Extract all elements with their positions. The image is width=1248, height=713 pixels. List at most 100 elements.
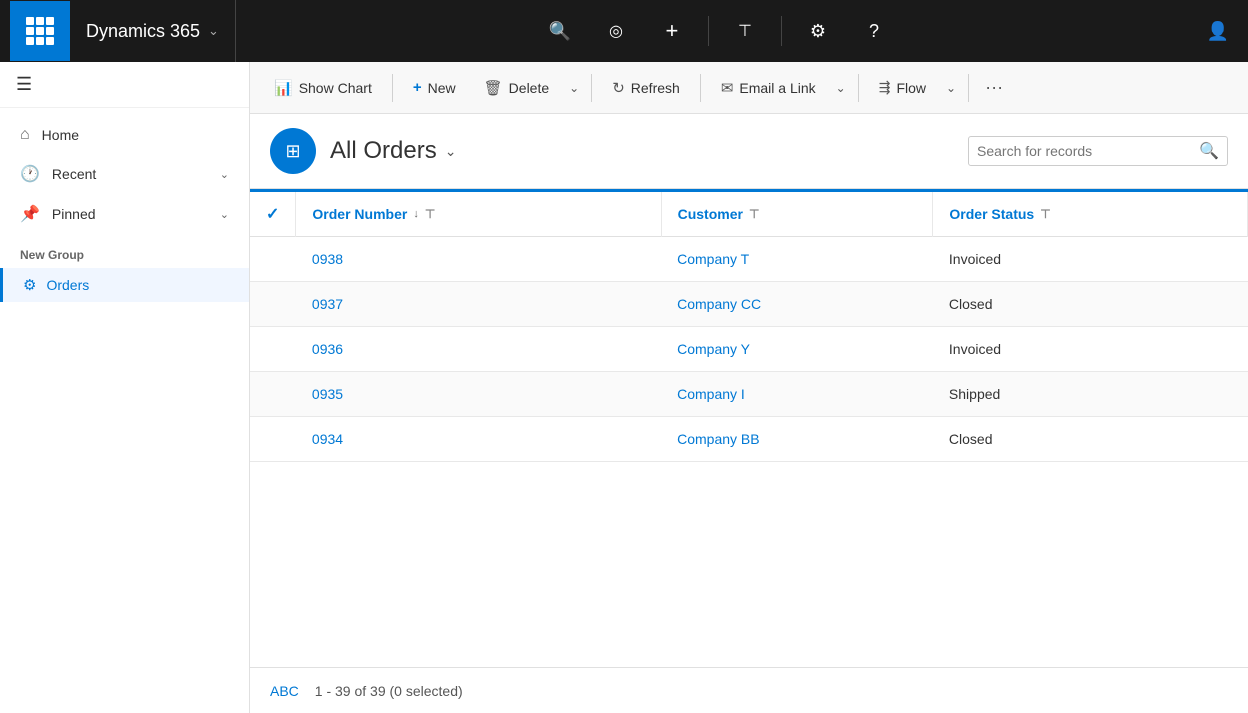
flow-icon: ⇶ — [879, 79, 891, 96]
search-box[interactable]: 🔍 — [968, 136, 1228, 166]
sidebar-item-recent[interactable]: 🕐 Recent ⌄ — [0, 154, 249, 194]
toolbar-divider-1 — [392, 74, 393, 102]
page-header: ⊞ All Orders ⌄ 🔍 — [250, 114, 1248, 189]
search-icon[interactable]: 🔍 — [1199, 141, 1219, 161]
app-title: Dynamics 365 — [86, 21, 200, 42]
sidebar-home-label: Home — [42, 127, 79, 143]
delete-button[interactable]: 🗑 Delete — [472, 73, 562, 103]
hamburger-button[interactable]: ☰ — [16, 74, 32, 95]
row-select[interactable] — [250, 327, 296, 372]
toolbar-divider-3 — [700, 74, 701, 102]
order-filter-icon[interactable]: ⊤ — [425, 207, 435, 221]
app-grid-button[interactable] — [10, 1, 70, 61]
new-label: New — [428, 80, 456, 96]
customer-filter-icon[interactable]: ⊤ — [749, 207, 759, 221]
refresh-button[interactable]: ↻ Refresh — [600, 73, 692, 103]
page-title-text: All Orders — [330, 137, 437, 165]
customer-cell[interactable]: Company Y — [661, 327, 933, 372]
help-button[interactable]: ? — [854, 11, 894, 51]
status-filter-icon[interactable]: ⊤ — [1040, 207, 1050, 221]
refresh-label: Refresh — [631, 80, 680, 96]
table-row: 0936 Company Y Invoiced — [250, 327, 1248, 372]
customer-cell[interactable]: Company CC — [661, 282, 933, 327]
nav-divider-2 — [781, 16, 782, 46]
new-icon: + — [413, 79, 422, 96]
order-number-cell[interactable]: 0936 — [296, 327, 661, 372]
show-chart-button[interactable]: 📊 Show Chart — [262, 73, 384, 103]
search-input[interactable] — [977, 143, 1199, 159]
order-status-header: Order Status — [949, 206, 1034, 222]
recent-chevron: ⌄ — [220, 168, 229, 181]
sidebar-item-home[interactable]: ⌂ Home — [0, 116, 249, 154]
user-button[interactable]: 👤 — [1198, 11, 1238, 51]
new-button[interactable]: + New — [401, 73, 468, 102]
recent-icon: 🕐 — [20, 164, 40, 184]
flow-button[interactable]: ⇶ Flow — [867, 73, 938, 102]
customer-cell[interactable]: Company BB — [661, 417, 933, 462]
select-all-column[interactable]: ✓ — [250, 191, 296, 237]
pinned-chevron: ⌄ — [220, 208, 229, 221]
row-select[interactable] — [250, 417, 296, 462]
customer-cell[interactable]: Company T — [661, 237, 933, 282]
sidebar-pinned-label: Pinned — [52, 206, 96, 222]
table-body: 0938 Company T Invoiced 0937 Company CC … — [250, 237, 1248, 462]
nav-divider-1 — [708, 16, 709, 46]
flow-label: Flow — [896, 80, 926, 96]
show-chart-label: Show Chart — [299, 80, 372, 96]
sidebar: ☰ ⌂ Home 🕐 Recent ⌄ 📌 Pinned ⌄ New Group… — [0, 62, 250, 713]
customer-cell[interactable]: Company I — [661, 372, 933, 417]
paging-info: 1 - 39 of 39 (0 selected) — [315, 683, 463, 699]
more-button[interactable]: ··· — [977, 71, 1011, 104]
page-title-chevron[interactable]: ⌄ — [445, 143, 457, 160]
filter-button[interactable]: ⊤ — [725, 11, 765, 51]
toolbar-divider-4 — [858, 74, 859, 102]
flow-dropdown[interactable]: ⌄ — [942, 75, 960, 101]
page-title: All Orders ⌄ — [330, 137, 456, 165]
row-select[interactable] — [250, 282, 296, 327]
delete-icon: 🗑 — [484, 79, 503, 97]
pinned-icon: 📌 — [20, 204, 40, 224]
order-number-column[interactable]: Order Number ↓ ⊤ — [296, 191, 661, 237]
order-number-cell[interactable]: 0934 — [296, 417, 661, 462]
top-nav-right: 👤 — [1198, 11, 1238, 51]
toolbar-divider-5 — [968, 74, 969, 102]
sidebar-item-pinned[interactable]: 📌 Pinned ⌄ — [0, 194, 249, 234]
status-cell: Invoiced — [933, 237, 1248, 282]
search-button[interactable]: 🔍 — [540, 11, 580, 51]
sidebar-navigation: ⌂ Home 🕐 Recent ⌄ 📌 Pinned ⌄ New Group ⚙… — [0, 108, 249, 713]
row-select[interactable] — [250, 372, 296, 417]
sort-icon[interactable]: ↓ — [413, 208, 419, 220]
order-number-header: Order Number — [312, 206, 407, 222]
row-select[interactable] — [250, 237, 296, 282]
orders-table-container[interactable]: ✓ Order Number ↓ ⊤ Customer — [250, 189, 1248, 667]
abc-filter[interactable]: ABC — [270, 683, 299, 699]
grid-icon — [26, 17, 54, 45]
activity-button[interactable]: ◎ — [596, 11, 636, 51]
settings-button[interactable]: ⚙ — [798, 11, 838, 51]
chart-icon: 📊 — [274, 79, 293, 97]
order-number-cell[interactable]: 0935 — [296, 372, 661, 417]
customer-column[interactable]: Customer ⊤ — [661, 191, 933, 237]
content-area: 📊 Show Chart + New 🗑 Delete ⌄ ↻ Refresh … — [250, 62, 1248, 713]
order-number-cell[interactable]: 0938 — [296, 237, 661, 282]
delete-dropdown[interactable]: ⌄ — [565, 75, 583, 101]
order-status-column[interactable]: Order Status ⊤ — [933, 191, 1248, 237]
sidebar-item-orders[interactable]: ⚙ Orders — [0, 268, 249, 302]
status-cell: Shipped — [933, 372, 1248, 417]
email-link-button[interactable]: ✉ Email a Link — [709, 73, 828, 103]
table-header: ✓ Order Number ↓ ⊤ Customer — [250, 191, 1248, 237]
orders-icon: ⚙ — [23, 276, 36, 294]
email-dropdown[interactable]: ⌄ — [832, 75, 850, 101]
table-row: 0937 Company CC Closed — [250, 282, 1248, 327]
top-nav-center: 🔍 ◎ + ⊤ ⚙ ? — [236, 11, 1198, 51]
home-icon: ⌂ — [20, 126, 30, 144]
status-cell: Closed — [933, 417, 1248, 462]
refresh-icon: ↻ — [612, 79, 625, 97]
toolbar-divider-2 — [591, 74, 592, 102]
add-button[interactable]: + — [652, 11, 692, 51]
order-number-cell[interactable]: 0937 — [296, 282, 661, 327]
email-icon: ✉ — [721, 79, 734, 97]
app-brand[interactable]: Dynamics 365 ⌄ — [70, 0, 236, 62]
email-link-label: Email a Link — [739, 80, 815, 96]
table-row: 0935 Company I Shipped — [250, 372, 1248, 417]
